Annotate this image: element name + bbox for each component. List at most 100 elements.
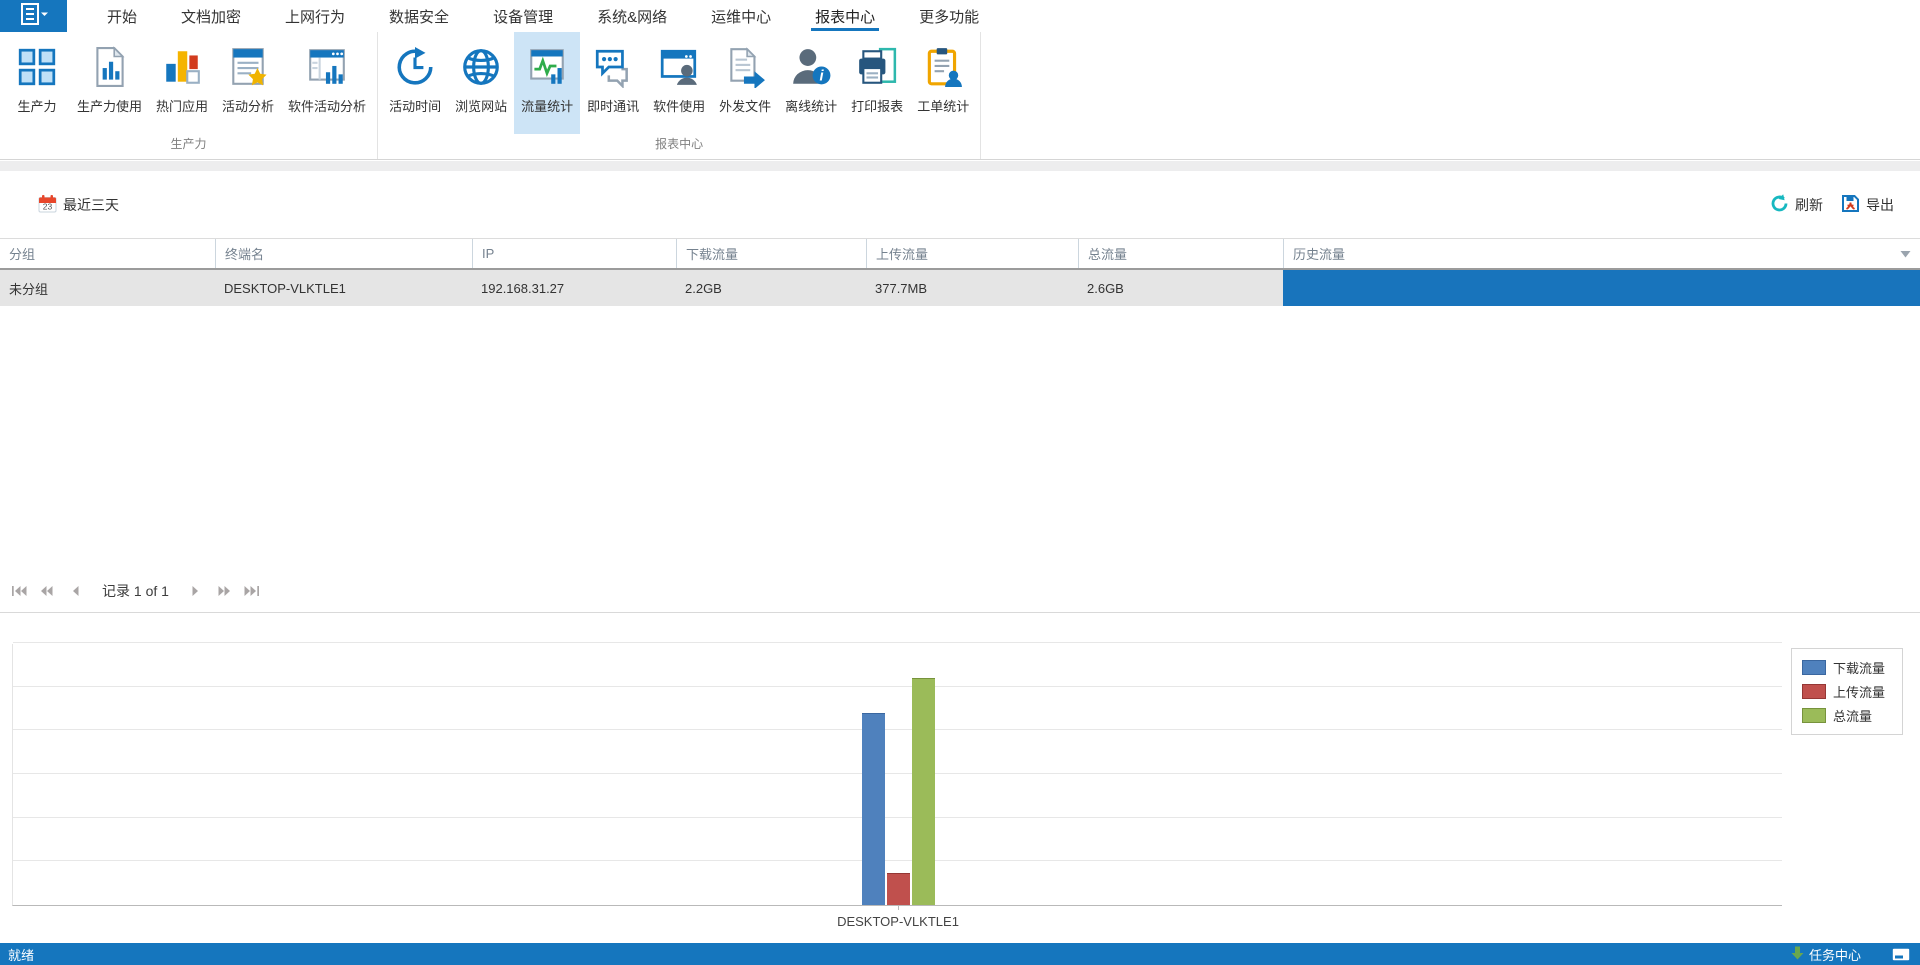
task-center-button[interactable]: 任务中心 bbox=[1791, 945, 1861, 964]
status-bar: 就绪 任务中心 bbox=[0, 943, 1920, 965]
menu-tab-2[interactable]: 文档加密 bbox=[159, 0, 263, 32]
export-button[interactable]: 导出 bbox=[1841, 194, 1894, 216]
ribbon-item-outgoing-files[interactable]: 外发文件 bbox=[712, 32, 778, 134]
instant-messaging-icon bbox=[590, 42, 636, 92]
column-header-label: 下载流量 bbox=[686, 247, 739, 262]
ribbon-item-label: 活动分析 bbox=[222, 99, 275, 114]
calendar-icon: 23 bbox=[38, 194, 57, 216]
ribbon: 生产力 生产力使用 热门应用 活动分析 软件活动分析 生产力 活动时间 浏览网站 流量统计 即时通… bbox=[0, 32, 1920, 160]
ribbon-group-1: 生产力 生产力使用 热门应用 活动分析 软件活动分析 生产力 bbox=[0, 32, 379, 159]
column-header-label: 历史流量 bbox=[1293, 247, 1346, 262]
column-header-1[interactable]: 分组 bbox=[0, 239, 215, 268]
ribbon-item-offline-stats[interactable]: i 离线统计 bbox=[778, 32, 844, 134]
legend-label: 上传流量 bbox=[1833, 685, 1886, 700]
column-header-4[interactable]: 下载流量 bbox=[676, 239, 866, 268]
productivity-grid-icon bbox=[14, 42, 60, 92]
menu-tab-7[interactable]: 运维中心 bbox=[689, 0, 793, 32]
column-header-3[interactable]: IP bbox=[472, 239, 676, 268]
menu-tab-5[interactable]: 设备管理 bbox=[471, 0, 575, 32]
ribbon-item-hot-apps[interactable]: 热门应用 bbox=[149, 32, 215, 134]
history-traffic-cell bbox=[1283, 270, 1920, 306]
ribbon-item-label: 活动时间 bbox=[389, 99, 442, 114]
ribbon-item-activity-analysis[interactable]: 活动分析 bbox=[215, 32, 281, 134]
svg-text:23: 23 bbox=[43, 201, 53, 211]
bar-总流量 bbox=[911, 677, 935, 905]
column-header-6[interactable]: 总流量 bbox=[1078, 239, 1283, 268]
ribbon-item-work-order[interactable]: 工单统计 bbox=[910, 32, 976, 134]
pager-fast-prev-icon[interactable] bbox=[38, 584, 56, 598]
pager-fast-next-icon[interactable] bbox=[215, 584, 233, 598]
pager-next-icon[interactable] bbox=[187, 584, 205, 598]
export-icon bbox=[1841, 194, 1860, 216]
app-menu-button[interactable] bbox=[0, 0, 67, 32]
menu-tab-1[interactable]: 开始 bbox=[85, 0, 159, 32]
ribbon-item-software-usage[interactable]: 软件使用 bbox=[646, 32, 712, 134]
column-header-label: IP bbox=[482, 246, 495, 261]
table-row[interactable]: 未分组 DESKTOP-VLKTLE1 192.168.31.27 2.2GB 377.… bbox=[0, 270, 1920, 306]
refresh-button[interactable]: 刷新 bbox=[1770, 193, 1823, 216]
pager-last-icon[interactable] bbox=[243, 584, 261, 598]
table-body: 未分组 DESKTOP-VLKTLE1 192.168.31.27 2.2GB 377.… bbox=[0, 270, 1920, 306]
task-center-label: 任务中心 bbox=[1808, 947, 1861, 963]
ribbon-item-label: 生产力使用 bbox=[77, 99, 143, 114]
column-header-5[interactable]: 上传流量 bbox=[866, 239, 1078, 268]
date-range-button[interactable]: 23 最近三天 bbox=[38, 194, 119, 216]
hot-apps-icon bbox=[159, 42, 205, 92]
ribbon-group-items-1: 生产力 生产力使用 热门应用 活动分析 软件活动分析 bbox=[4, 32, 373, 134]
refresh-icon bbox=[1770, 193, 1789, 216]
pagination-bar: 记录 1 of 1 bbox=[0, 574, 261, 608]
menu-tab-9[interactable]: 更多功能 bbox=[897, 0, 1001, 32]
toolbar-right-actions: 刷新 导出 bbox=[1770, 193, 1894, 216]
chart-plot-area: DESKTOP-VLKTLE1 bbox=[12, 642, 1782, 929]
ribbon-item-browse-website[interactable]: 浏览网站 bbox=[448, 32, 514, 134]
legend-item-上传流量: 上传流量 bbox=[1802, 682, 1892, 701]
menu-tab-3[interactable]: 上网行为 bbox=[263, 0, 367, 32]
filter-dropdown-icon[interactable] bbox=[1900, 246, 1911, 261]
legend-item-下载流量: 下载流量 bbox=[1802, 658, 1892, 677]
column-header-7[interactable]: 历史流量 bbox=[1283, 239, 1920, 268]
ribbon-item-traffic-stats[interactable]: 流量统计 bbox=[514, 32, 581, 134]
ribbon-item-activity-time[interactable]: 活动时间 bbox=[382, 32, 448, 134]
ribbon-item-productivity-grid[interactable]: 生产力 bbox=[4, 32, 70, 134]
pager-prev-icon[interactable] bbox=[66, 584, 84, 598]
ribbon-item-label: 热门应用 bbox=[156, 99, 209, 114]
app-menu-icon bbox=[19, 2, 49, 30]
ribbon-item-label: 生产力 bbox=[17, 99, 57, 114]
report-toolbar: 23 最近三天 刷新 导出 bbox=[0, 171, 1920, 238]
traffic-bar-chart: DESKTOP-VLKTLE1 下载流量 上传流量 总流量 bbox=[0, 612, 1920, 943]
work-order-icon bbox=[920, 42, 966, 92]
menu-tab-8[interactable]: 报表中心 bbox=[793, 0, 897, 32]
refresh-label: 刷新 bbox=[1795, 196, 1823, 213]
ribbon-item-label: 软件使用 bbox=[653, 99, 706, 114]
column-header-label: 终端名 bbox=[225, 247, 265, 262]
menu-tab-4[interactable]: 数据安全 bbox=[367, 0, 471, 32]
gridline bbox=[13, 685, 1782, 687]
ribbon-item-software-activity[interactable]: 软件活动分析 bbox=[281, 32, 373, 134]
bar-上传流量 bbox=[886, 872, 910, 905]
gridline bbox=[13, 773, 1782, 774]
column-header-label: 总流量 bbox=[1088, 247, 1128, 262]
ribbon-group-label: 报表中心 bbox=[655, 137, 704, 151]
ribbon-item-label: 流量统计 bbox=[521, 99, 574, 114]
menu-tab-6[interactable]: 系统&网络 bbox=[575, 0, 689, 32]
status-right: 任务中心 bbox=[1791, 945, 1910, 964]
task-window-icon[interactable] bbox=[1892, 948, 1910, 961]
application-window: 开始 文档加密 上网行为 数据安全 设备管理 系统&网络 运维中心 报表中心 更多功能 生产力生… bbox=[0, 0, 1920, 965]
column-header-2[interactable]: 终端名 bbox=[215, 239, 472, 268]
ribbon-item-label: 外发文件 bbox=[719, 99, 772, 114]
legend-swatch bbox=[1802, 708, 1826, 723]
date-range-label: 最近三天 bbox=[63, 196, 119, 213]
gridline bbox=[13, 816, 1782, 818]
menu-tabs: 开始 文档加密 上网行为 数据安全 设备管理 系统&网络 运维中心 报表中心 更多功能 bbox=[85, 0, 1001, 32]
traffic-table: 分组 终端名 IP 下载流量 上传流量 总流量 历史流量 未分组 DESKTOP-VLKTLE… bbox=[0, 238, 1920, 306]
pager-first-icon[interactable] bbox=[10, 584, 28, 598]
outgoing-files-icon bbox=[722, 42, 768, 92]
traffic-stats-icon bbox=[524, 42, 570, 92]
column-header-label: 分组 bbox=[9, 247, 36, 262]
ribbon-item-label: 工单统计 bbox=[917, 99, 970, 114]
ribbon-item-print-report[interactable]: 打印报表 bbox=[844, 32, 910, 134]
ribbon-item-productivity-usage[interactable]: 生产力使用 bbox=[70, 32, 149, 134]
ribbon-bottom-strip bbox=[0, 161, 1920, 171]
ribbon-item-instant-messaging[interactable]: 即时通讯 bbox=[580, 32, 646, 134]
activity-time-icon bbox=[392, 42, 438, 92]
